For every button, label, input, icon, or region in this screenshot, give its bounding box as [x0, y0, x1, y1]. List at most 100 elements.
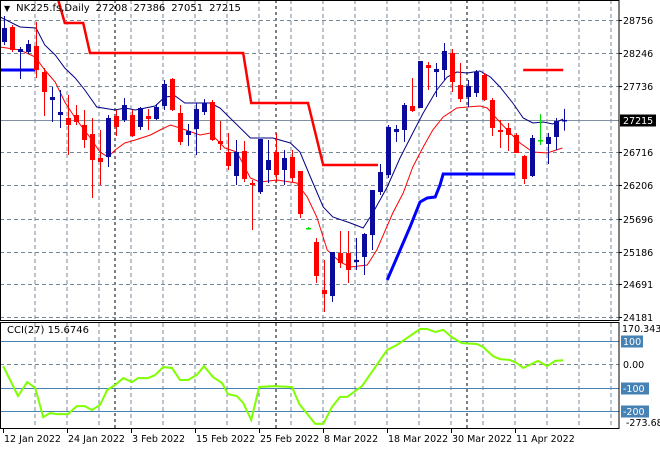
candle-body: [42, 72, 47, 93]
candle-body: [306, 228, 311, 230]
candle: [10, 24, 15, 52]
candle-body: [202, 102, 207, 113]
candle-body: [538, 139, 543, 142]
cci-level-label: -100: [623, 384, 645, 395]
candle-body: [98, 158, 103, 162]
time-tick-label: 12 Jan 2022: [4, 434, 61, 445]
candle-body: [530, 138, 535, 176]
current-price-label: 27215: [623, 116, 653, 127]
price-tick-label: 24691: [623, 280, 653, 291]
cci-label: CCI(27) 15.6746: [7, 325, 89, 336]
candle-body: [90, 134, 95, 161]
candle-body: [74, 114, 79, 122]
candle-body: [66, 117, 71, 125]
price-tick-label: 27736: [623, 82, 653, 93]
candle-body: [474, 72, 479, 93]
candle-body: [498, 129, 503, 132]
triangle-down-icon[interactable]: ▼: [4, 4, 10, 13]
price-tick-label: 28246: [623, 49, 653, 60]
candle: [162, 80, 167, 110]
candle-body: [114, 116, 119, 127]
candle-body: [442, 51, 447, 71]
candle-body: [362, 234, 367, 257]
symbol-timeframe: NK225.fs,Daily: [16, 3, 90, 14]
candle: [530, 134, 535, 178]
candle-body: [162, 83, 167, 106]
price-tick-label: 25696: [623, 215, 653, 226]
candle: [386, 124, 391, 179]
candle-body: [378, 172, 383, 193]
cci-level-label: 100: [623, 337, 641, 348]
price-tick-label: 28756: [623, 16, 653, 27]
candle-body: [338, 253, 343, 264]
candle: [170, 78, 175, 111]
candle: [138, 107, 143, 130]
candle-body: [402, 104, 407, 130]
candle-body: [106, 117, 111, 157]
candle-body: [426, 65, 431, 69]
candle-body: [354, 259, 359, 262]
candle-body: [546, 136, 551, 144]
candle: [514, 133, 519, 154]
ohlc-high: 27386: [133, 3, 166, 14]
candle-body: [418, 60, 423, 108]
price-tick-label: 26716: [623, 148, 653, 159]
candle-body: [10, 26, 15, 50]
ohlc-close: 27215: [209, 3, 241, 14]
candle-body: [522, 156, 527, 179]
time-tick-label: 8 Mar 2022: [324, 434, 378, 445]
candle-body: [242, 151, 247, 179]
candle: [258, 139, 263, 195]
candle-body: [138, 107, 143, 127]
candle-body: [178, 112, 183, 142]
candle-body: [346, 253, 351, 271]
time-tick-label: 15 Feb 2022: [196, 434, 255, 445]
time-tick-label: 3 Feb 2022: [132, 434, 185, 445]
candle-body: [82, 124, 87, 140]
candle-body: [274, 151, 279, 176]
candle-body: [330, 251, 335, 297]
candle-body: [466, 85, 471, 98]
candle-body: [218, 141, 223, 144]
candle: [210, 100, 215, 142]
candle-body: [370, 190, 375, 236]
cci-axis-max: 170.3435: [622, 324, 660, 335]
ohlc-open: 27208: [95, 3, 128, 14]
cci-level-label: 0.00: [623, 360, 644, 371]
candle-body: [386, 126, 391, 176]
price-tick-label: 24181: [623, 313, 653, 324]
cci-level-label: -200: [623, 407, 645, 418]
time-tick-label: 25 Feb 2022: [260, 434, 319, 445]
candle-body: [322, 290, 327, 295]
candle-body: [130, 114, 135, 137]
price-tick-label: 25186: [623, 248, 653, 259]
price-tick-label: 26206: [623, 181, 653, 192]
candle-body: [2, 27, 7, 42]
time-tick-label: 11 Apr 2022: [516, 434, 575, 445]
candle-body: [482, 75, 487, 100]
candle-body: [490, 100, 495, 128]
candle: [330, 251, 335, 303]
candle-body: [290, 156, 295, 179]
candle-body: [234, 151, 239, 176]
candle: [418, 60, 423, 108]
candle-body: [226, 151, 231, 166]
candle-body: [458, 85, 463, 100]
candle-body: [210, 102, 215, 140]
candle: [482, 73, 487, 101]
chart-header: ▼ NK225.fs,Daily 27208 27386 27051 27215: [4, 3, 241, 14]
price-chart[interactable]: 28756 28246 27736 26716 26206 25696 25186 24691…: [0, 0, 660, 450]
time-tick-label: 30 Mar 2022: [452, 434, 512, 445]
candle-body: [18, 48, 23, 52]
candle-body: [170, 78, 175, 110]
cci-axis-min: -273.680: [626, 418, 660, 429]
candle-body: [250, 182, 255, 186]
candle: [298, 170, 303, 219]
time-tick-label: 18 Mar 2022: [388, 434, 448, 445]
candle-body: [394, 129, 399, 132]
candle-body: [34, 46, 39, 71]
candle-body: [514, 134, 519, 154]
candle-body: [450, 53, 455, 83]
candle-body: [50, 97, 55, 100]
time-tick-label: 24 Jan 2022: [68, 434, 125, 445]
